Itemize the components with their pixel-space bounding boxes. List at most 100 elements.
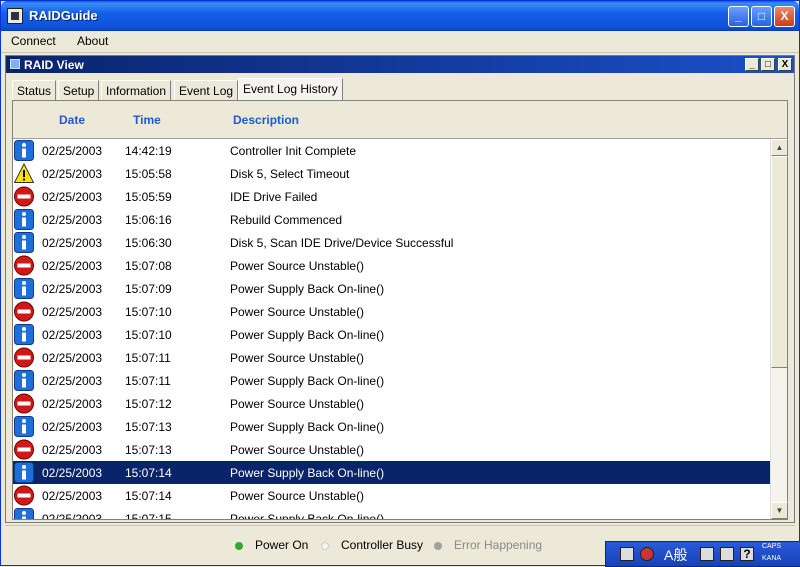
info-icon <box>14 278 34 299</box>
table-row[interactable]: 02/25/2003 15:07:10 Power Source Unstable(… <box>13 300 770 323</box>
info-icon <box>14 508 34 519</box>
ime-help-icon[interactable]: ? <box>740 547 754 561</box>
cell-description: Power Source Unstable() <box>230 259 365 273</box>
close-button[interactable]: X <box>774 6 795 27</box>
error-icon <box>14 439 34 460</box>
inner-minimize-button[interactable]: _ <box>745 58 759 71</box>
table-header: Date Time Description <box>13 101 787 139</box>
keyboard-icon[interactable] <box>620 547 634 561</box>
table-row[interactable]: 02/25/2003 15:07:11 Power Supply Back On-l… <box>13 369 770 392</box>
column-header-date[interactable]: Date <box>59 113 85 127</box>
table-row[interactable]: 02/25/2003 15:07:15 Power Supply Back On-l… <box>13 507 770 519</box>
cell-date: 02/25/2003 <box>42 213 103 227</box>
ime-language-bar[interactable]: A般 ? CAPS KANA <box>605 541 800 567</box>
table-row[interactable]: 02/25/2003 15:06:30 Disk 5, Scan IDE Drive… <box>13 231 770 254</box>
cell-date: 02/25/2003 <box>42 374 103 388</box>
cell-time: 15:07:15 <box>125 512 172 519</box>
cell-date: 02/25/2003 <box>42 489 103 503</box>
table-row[interactable]: 02/25/2003 15:07:13 Power Supply Back On-l… <box>13 415 770 438</box>
menu-about[interactable]: About <box>77 34 108 48</box>
cell-description: Power Source Unstable() <box>230 351 365 365</box>
error-happening-indicator-icon <box>434 541 442 550</box>
cell-time: 15:07:10 <box>125 305 172 319</box>
table-row[interactable]: 02/25/2003 14:42:19 Controller Init Comple… <box>13 139 770 162</box>
cell-time: 15:07:14 <box>125 466 172 480</box>
table-row[interactable]: 02/25/2003 15:07:08 Power Source Unstable(… <box>13 254 770 277</box>
maximize-button[interactable]: □ <box>751 6 772 27</box>
tab-event-log-history[interactable]: Event Log History <box>238 78 343 100</box>
cell-date: 02/25/2003 <box>42 167 103 181</box>
tab-setup[interactable]: Setup <box>58 80 100 100</box>
cell-date: 02/25/2003 <box>42 351 103 365</box>
raid-view-window: RAID View _ □ X Status Setup Information… <box>5 55 795 523</box>
cell-time: 15:07:13 <box>125 443 172 457</box>
ime-tool-icon[interactable] <box>700 547 714 561</box>
event-list[interactable]: 02/25/2003 14:42:19 Controller Init Comple… <box>13 139 770 519</box>
tab-event-log[interactable]: Event Log <box>174 80 239 100</box>
table-row[interactable]: 02/25/2003 15:05:58 Disk 5, Select Timeout <box>13 162 770 185</box>
table-row[interactable]: 02/25/2003 15:07:09 Power Supply Back On-l… <box>13 277 770 300</box>
cell-time: 15:07:10 <box>125 328 172 342</box>
table-row[interactable]: 02/25/2003 15:07:11 Power Source Unstable(… <box>13 346 770 369</box>
table-row[interactable]: 02/25/2003 15:07:13 Power Source Unstable(… <box>13 438 770 461</box>
cell-date: 02/25/2003 <box>42 144 103 158</box>
table-row[interactable]: 02/25/2003 15:07:10 Power Supply Back On-l… <box>13 323 770 346</box>
cell-description: Power Supply Back On-line() <box>230 466 385 480</box>
minimize-button[interactable]: _ <box>728 6 749 27</box>
cell-time: 15:07:09 <box>125 282 172 296</box>
menu-connect[interactable]: Connect <box>11 34 56 48</box>
cell-description: Power Supply Back On-line() <box>230 374 385 388</box>
table-row[interactable]: 02/25/2003 15:07:14 Power Source Unstable(… <box>13 484 770 507</box>
title-bar[interactable]: RAIDGuide _ □ X <box>1 1 799 31</box>
cell-description: Power Supply Back On-line() <box>230 282 385 296</box>
cell-description: Rebuild Commenced <box>230 213 343 227</box>
info-icon <box>14 324 34 345</box>
raid-view-title: RAID View <box>24 58 84 72</box>
table-row[interactable]: 02/25/2003 15:05:59 IDE Drive Failed <box>13 185 770 208</box>
error-icon <box>14 301 34 322</box>
column-header-description[interactable]: Description <box>233 113 299 127</box>
menu-bar: Connect About <box>1 31 799 53</box>
cell-date: 02/25/2003 <box>42 236 103 250</box>
cell-time: 15:07:11 <box>125 374 171 388</box>
cell-description: Disk 5, Select Timeout <box>230 167 350 181</box>
inner-close-button[interactable]: X <box>778 58 792 71</box>
cell-description: IDE Drive Failed <box>230 190 318 204</box>
cell-time: 15:07:12 <box>125 397 172 411</box>
ime-pad-icon[interactable] <box>720 547 734 561</box>
scroll-down-arrow-icon[interactable]: ▼ <box>771 502 788 519</box>
event-log-history-panel: Date Time Description 02/25/2003 14:42:19… <box>12 100 788 520</box>
cell-description: Power Supply Back On-line() <box>230 512 385 519</box>
app-icon <box>7 8 23 24</box>
cell-time: 14:42:19 <box>125 144 172 158</box>
column-header-time[interactable]: Time <box>133 113 161 127</box>
info-icon <box>14 370 34 391</box>
scroll-thumb[interactable] <box>771 156 788 368</box>
info-icon <box>14 140 34 161</box>
cell-time: 15:07:14 <box>125 489 172 503</box>
tab-information[interactable]: Information <box>101 80 172 100</box>
table-row[interactable]: 02/25/2003 15:06:16 Rebuild Commenced <box>13 208 770 231</box>
cell-date: 02/25/2003 <box>42 305 103 319</box>
info-icon <box>14 232 34 253</box>
ime-input-mode[interactable]: A般 <box>664 545 687 565</box>
error-icon <box>14 393 34 414</box>
cell-time: 15:05:58 <box>125 167 172 181</box>
cell-date: 02/25/2003 <box>42 512 103 519</box>
legend-power-on-label: Power On <box>255 538 309 552</box>
raid-view-title-bar[interactable]: RAID View _ □ X <box>6 56 794 73</box>
table-row[interactable]: 02/25/2003 15:07:12 Power Source Unstable(… <box>13 392 770 415</box>
scroll-up-arrow-icon[interactable]: ▲ <box>771 139 788 156</box>
tab-status[interactable]: Status <box>12 80 57 100</box>
table-row[interactable]: 02/25/2003 15:07:14 Power Supply Back On-l… <box>13 461 770 484</box>
cell-description: Disk 5, Scan IDE Drive/Device Successful <box>230 236 454 250</box>
window-title: RAIDGuide <box>29 8 98 23</box>
info-icon <box>14 209 34 230</box>
cell-description: Power Supply Back On-line() <box>230 328 385 342</box>
cell-date: 02/25/2003 <box>42 328 103 342</box>
cell-date: 02/25/2003 <box>42 282 103 296</box>
vertical-scrollbar[interactable]: ▲ ▼ <box>770 139 788 519</box>
error-icon <box>14 186 34 207</box>
inner-maximize-button[interactable]: □ <box>761 58 775 71</box>
ime-mode-icon[interactable] <box>640 547 654 561</box>
